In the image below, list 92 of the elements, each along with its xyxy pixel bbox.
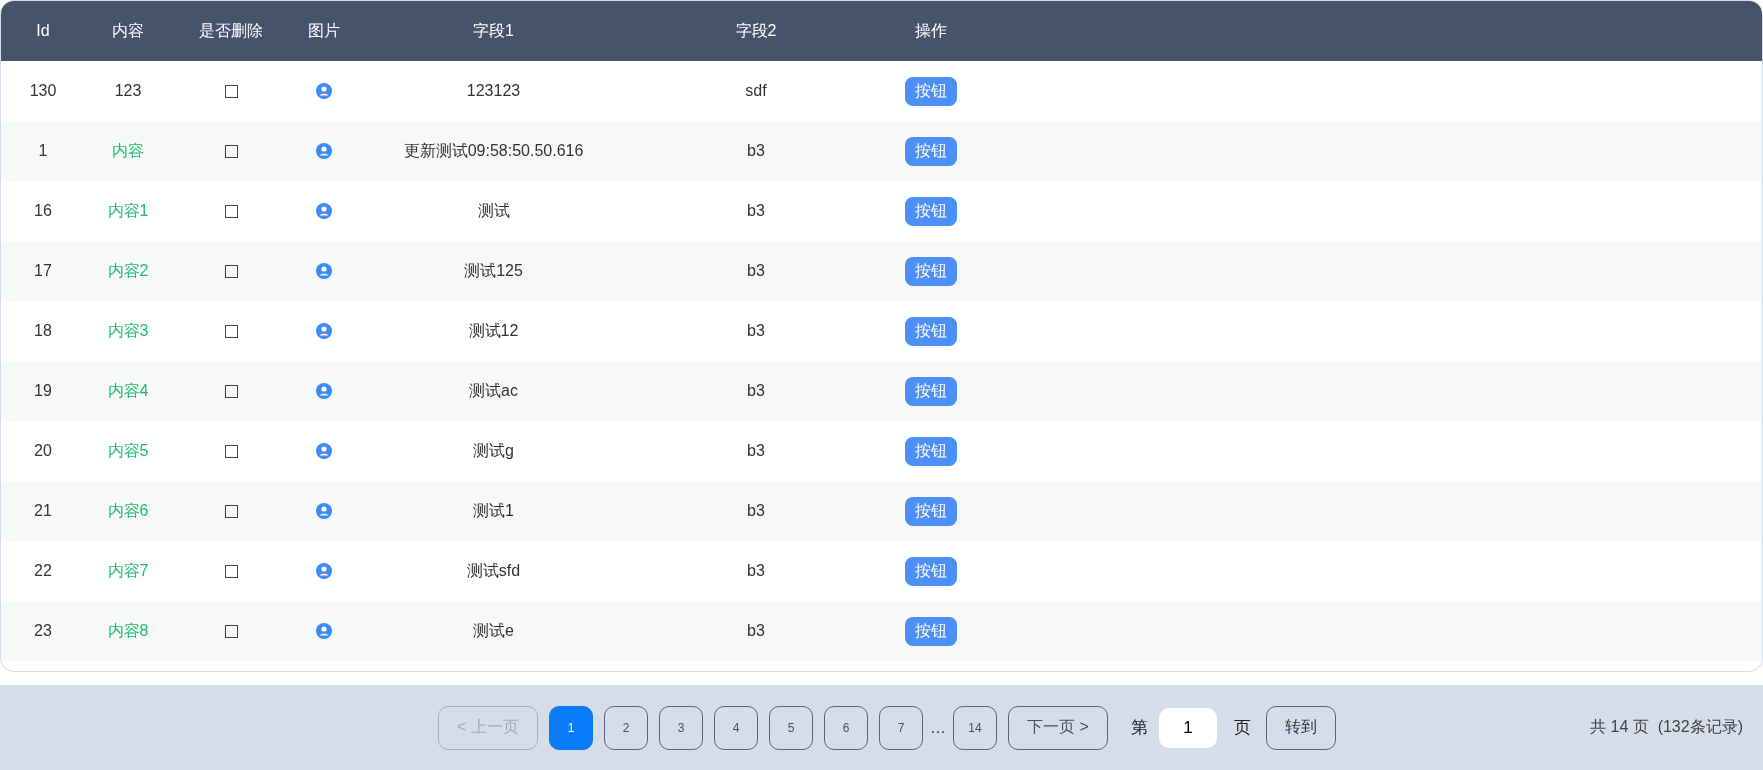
checkbox[interactable] [224,264,238,278]
page-button[interactable]: 3 [659,705,703,750]
checkbox[interactable] [224,324,238,338]
user-icon [315,563,332,579]
table-cell-text: 内容8 [106,620,150,641]
table-cell-text: 内容1 [106,200,150,221]
page-button[interactable]: 7 [879,705,923,750]
table-cell-text: 内容3 [106,320,150,341]
page-button[interactable]: 2 [604,705,648,750]
column-header: 内容 [111,20,145,41]
column-header: 字段2 [734,20,778,41]
table-cell-text: 18 [33,322,53,340]
table-cell-text: 测试1 [472,500,515,521]
page-label: 第 [1131,717,1148,739]
table-cell-text: b3 [746,442,766,460]
table-cell-text: 22 [33,562,53,580]
action-button[interactable]: 按钮 [905,616,957,646]
action-button[interactable]: 按钮 [905,196,957,226]
table-cell-text: 测试ac [468,380,519,401]
action-button[interactable]: 按钮 [905,496,957,526]
action-button[interactable]: 按钮 [905,136,957,166]
table-cell-text: b3 [746,562,766,580]
page-button[interactable]: 5 [769,705,813,750]
user-icon [315,263,332,279]
table-cell-text: 测试g [472,440,515,461]
table-cell-text: 1 [37,142,49,160]
page-label: 页 [1234,717,1251,739]
table-cell-text: 测试12 [467,320,520,341]
table-cell-text: 17 [33,262,53,280]
table-cell-text: 内容7 [106,560,150,581]
column-header: 是否删除 [198,20,264,41]
table-cell-text: 更新测试09:58:50.50.616 [402,140,585,161]
table-cell-text: 19 [33,382,53,400]
table-cell-text: 内容6 [106,500,150,521]
page-button[interactable]: 1 [549,705,593,750]
checkbox[interactable] [224,204,238,218]
table-cell-text: 测试e [472,620,515,641]
checkbox[interactable] [224,624,238,638]
page-button[interactable]: 6 [824,705,868,750]
table-cell-text: b3 [746,622,766,640]
user-icon [315,323,332,339]
action-button[interactable]: 按钮 [905,376,957,406]
action-button[interactable]: 按钮 [905,256,957,286]
table-cell-text: 20 [33,442,53,460]
table-cell-text: b3 [746,202,766,220]
column-header: 字段1 [472,20,515,41]
table-cell-text: b3 [746,322,766,340]
table-cell-text: 测试125 [463,260,524,281]
checkbox[interactable] [224,564,238,578]
page-input[interactable]: 1 [1159,707,1217,748]
next-page-button[interactable]: 下一页 > [1008,705,1108,750]
table-cell-text: 23 [33,622,53,640]
column-header: 操作 [914,20,948,41]
column-header: 图片 [306,20,341,41]
table-cell-text: b3 [746,142,766,160]
table-cell-text: 内容2 [106,260,150,281]
table-cell-text: 内容4 [106,380,150,401]
user-icon [315,623,332,639]
table-cell-text: 130 [28,82,58,100]
table-cell-text: b3 [746,262,766,280]
user-icon [315,383,332,399]
checkbox[interactable] [224,84,238,98]
table-cell-text: 内容5 [106,440,150,461]
go-button[interactable]: 转到 [1266,705,1336,750]
user-icon [315,203,332,219]
checkbox[interactable] [224,504,238,518]
user-icon [315,443,332,459]
checkbox[interactable] [224,384,238,398]
table-cell-text: 123123 [465,82,522,100]
user-icon [315,503,332,519]
checkbox[interactable] [224,144,238,158]
column-header: Id [35,22,51,40]
table-cell-text: 123 [113,82,143,100]
user-icon [315,143,332,159]
page-button[interactable]: 4 [714,705,758,750]
table-cell-text: 测试 [476,200,511,221]
page-button[interactable]: 14 [953,705,997,750]
user-icon [315,83,332,99]
table-cell-text: 测试sfd [465,560,522,581]
table-cell-text: b3 [746,502,766,520]
table-cell-text: b3 [746,382,766,400]
action-button[interactable]: 按钮 [905,436,957,466]
action-button[interactable]: 按钮 [905,556,957,586]
ellipsis: … [930,718,946,737]
table-cell-text: 21 [33,502,53,520]
checkbox[interactable] [224,444,238,458]
table-cell-text: 内容 [111,140,145,161]
page-summary: 共 14 页 (132条记录) [1590,717,1743,737]
action-button[interactable]: 按钮 [905,76,957,106]
action-button[interactable]: 按钮 [905,316,957,346]
table-cell-text: 16 [33,202,53,220]
table-cell-text: sdf [744,82,768,100]
